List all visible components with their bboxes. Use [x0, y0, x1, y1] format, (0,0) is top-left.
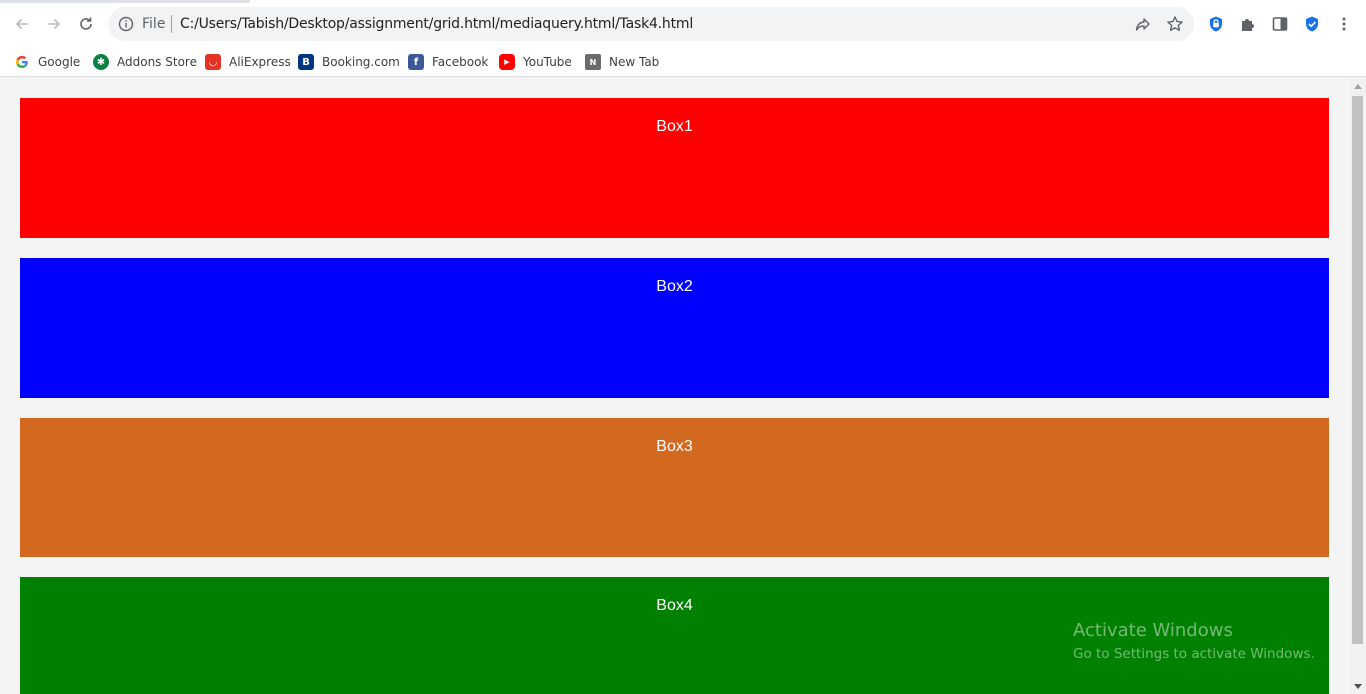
aliexpress-icon: ◡: [205, 54, 221, 70]
bookmark-label: YouTube: [523, 55, 572, 69]
box-label: Box2: [656, 278, 693, 295]
bookmark-youtube[interactable]: ▶ YouTube: [499, 51, 572, 73]
bookmark-label: Google: [38, 55, 81, 69]
bookmark-booking[interactable]: B Booking.com: [298, 51, 400, 73]
box-1: Box1: [20, 98, 1329, 238]
box-label: Box4: [656, 597, 693, 614]
forward-button[interactable]: [40, 10, 68, 38]
reload-icon: [80, 17, 92, 30]
side-panel-button[interactable]: [1269, 13, 1291, 35]
bookmark-star-button[interactable]: [1164, 13, 1186, 35]
bookmark-aliexpress[interactable]: ◡ AliExpress: [205, 51, 291, 73]
info-icon[interactable]: [117, 15, 135, 33]
watermark-subtitle: Go to Settings to activate Windows.: [1073, 646, 1315, 662]
vertical-scrollbar[interactable]: [1350, 78, 1366, 694]
address-scheme-label: File: [142, 16, 166, 32]
addons-store-icon: ✱: [93, 54, 109, 70]
scroll-up-arrow-icon[interactable]: [1354, 84, 1362, 89]
facebook-icon: f: [408, 54, 424, 70]
star-icon: [1167, 16, 1183, 31]
watermark-title: Activate Windows: [1073, 620, 1233, 641]
share-button[interactable]: [1132, 13, 1154, 35]
security-extension-button[interactable]: [1301, 13, 1323, 35]
browser-menu-button[interactable]: [1333, 13, 1355, 35]
reload-button[interactable]: [72, 10, 100, 38]
page-viewport: Box1 Box2 Box3 Box4: [0, 78, 1350, 694]
bookmarks-bar: Google ✱ Addons Store ◡ AliExpress B Boo…: [0, 47, 1366, 77]
bookmark-label: Facebook: [432, 55, 489, 69]
tab-strip-edge: [0, 0, 250, 3]
box-3: Box3: [20, 418, 1329, 557]
address-url[interactable]: C:/Users/Tabish/Desktop/assignment/grid.…: [180, 15, 693, 33]
booking-icon: B: [298, 54, 314, 70]
address-bar[interactable]: File C:/Users/Tabish/Desktop/assignment/…: [108, 7, 1194, 41]
windows-activation-watermark: Activate Windows Go to Settings to activ…: [1073, 620, 1315, 664]
share-icon: [1135, 18, 1150, 31]
scroll-down-arrow-icon[interactable]: [1354, 684, 1362, 689]
bookmark-label: Addons Store: [117, 55, 197, 69]
box-2: Box2: [20, 258, 1329, 398]
password-extension-button[interactable]: [1205, 13, 1227, 35]
google-icon: [14, 54, 30, 70]
bookmark-label: Booking.com: [322, 55, 400, 69]
browser-toolbar: File C:/Users/Tabish/Desktop/assignment/…: [0, 0, 1366, 47]
more-vert-icon: [1342, 17, 1346, 31]
bookmark-addons-store[interactable]: ✱ Addons Store: [93, 51, 197, 73]
puzzle-icon: [1242, 19, 1254, 31]
scrollbar-thumb[interactable]: [1352, 96, 1363, 644]
bookmark-label: New Tab: [609, 55, 660, 69]
bookmark-label: AliExpress: [229, 55, 291, 69]
new-tab-icon: N: [585, 54, 601, 70]
extensions-button[interactable]: [1237, 13, 1259, 35]
bookmark-new-tab[interactable]: N New Tab: [585, 51, 659, 73]
box-label: Box1: [656, 118, 693, 135]
back-button[interactable]: [8, 10, 36, 38]
lock-extension-icon: [1210, 16, 1222, 32]
forward-arrow-icon: [48, 18, 61, 30]
shield-check-icon: [1306, 16, 1318, 32]
box-label: Box3: [656, 438, 693, 455]
bookmark-facebook[interactable]: f Facebook: [408, 51, 488, 73]
side-panel-icon: [1272, 17, 1288, 31]
back-arrow-icon: [15, 18, 28, 30]
address-divider: [171, 15, 172, 33]
youtube-icon: ▶: [499, 54, 515, 70]
bookmark-google[interactable]: Google: [14, 51, 80, 73]
